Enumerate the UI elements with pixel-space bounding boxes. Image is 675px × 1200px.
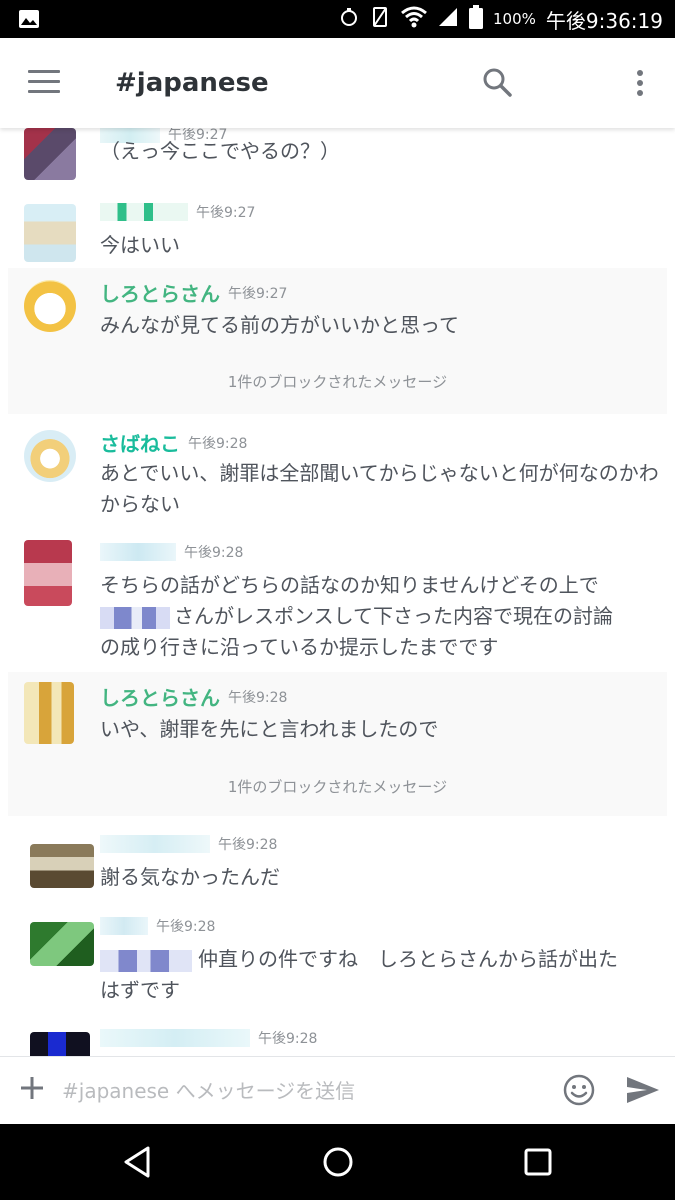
gallery-notification-icon: [18, 9, 40, 29]
username[interactable]: しろとらさん: [100, 682, 220, 711]
android-nav-bar: [0, 1124, 675, 1200]
timestamp: 午後9:27: [196, 205, 256, 221]
back-icon[interactable]: [120, 1144, 156, 1180]
mention-text: 仲直りの件ですね しろとらさんから話が出た: [198, 947, 618, 971]
username[interactable]: さばねこ: [100, 428, 180, 457]
message: 午後9:28 そちらの話がどちらの話なのか知りませんけどその上で さんがレスポン…: [0, 532, 675, 666]
message-text-line: はずです: [100, 978, 180, 1002]
battery-icon: [469, 5, 483, 33]
blocked-message-notice[interactable]: 1件のブロックされたメッセージ: [8, 758, 667, 816]
message: さばねこ 午後9:28 あとでいい、謝罪は全部聞いてからじゃないと何が何なのかわ…: [0, 418, 675, 526]
wifi-icon: [401, 6, 427, 32]
message-text-line: の成り行きに沿っているか提示したまでです: [100, 635, 499, 659]
message-text: 仲直りの件ですね しろとらさんから話が出た はずです: [100, 944, 660, 1006]
channel-title: #japanese: [115, 68, 269, 98]
hamburger-icon[interactable]: [28, 70, 60, 94]
user-avatar[interactable]: [24, 204, 76, 262]
username[interactable]: [100, 203, 188, 221]
message: 午後9:27 今はいい: [0, 198, 675, 268]
plus-icon[interactable]: [20, 1076, 44, 1100]
user-avatar[interactable]: [24, 430, 76, 482]
home-icon[interactable]: [320, 1144, 356, 1180]
message-text: 謝る気なかったんだ: [100, 865, 280, 889]
message-text: あとでいい、謝罪は全部聞いてからじゃないと何が何なのかわからない: [100, 461, 659, 516]
message-text-line: 仲直りの件ですね しろとらさんから話が出た: [100, 944, 660, 975]
timestamp: 午後9:28: [184, 545, 244, 561]
timestamp: 午後9:28: [188, 435, 248, 452]
message-text: みんなが見てる前の方がいいかと思って: [100, 313, 459, 337]
message: しろとらさん 午後9:28 いや、謝罪を先にと言われましたので: [8, 672, 667, 758]
channel-header: #japanese: [0, 38, 675, 128]
status-bar: 100% 午後9:36:19: [0, 0, 675, 38]
timestamp: 午後9:28: [156, 919, 216, 935]
battery-percent: 100%: [493, 10, 536, 28]
message-composer: [0, 1056, 675, 1124]
message-text: （えっ今ここでやるの？）: [100, 139, 340, 163]
user-avatar[interactable]: [30, 844, 94, 888]
username[interactable]: [100, 917, 148, 935]
recents-icon[interactable]: [520, 1144, 556, 1180]
message-text-line: そちらの話がどちらの話なのか知りませんけどその上で: [100, 573, 599, 597]
mention-pill[interactable]: [100, 606, 170, 629]
message: しろとらさん 午後9:27 みんなが見てる前の方がいいかと思って: [8, 268, 667, 350]
user-avatar[interactable]: [30, 922, 94, 966]
vibrate-icon: [369, 6, 391, 32]
message-text: 今はいい: [100, 233, 180, 257]
user-avatar[interactable]: [24, 280, 76, 332]
user-avatar[interactable]: [24, 682, 74, 744]
status-icons: 100% 午後9:36:19: [339, 0, 663, 38]
username[interactable]: [100, 543, 176, 561]
message: 午後9:28 謝る気なかったんだ: [0, 828, 675, 900]
message-input[interactable]: [62, 1071, 542, 1111]
message-text: そちらの話がどちらの話なのか知りませんけどその上で さんがレスポンスして下さった…: [100, 570, 660, 663]
message: 午後9:28 仲直りの件ですね しろとらさんから話が出た はずです: [0, 908, 675, 1012]
blocked-message-notice[interactable]: 1件のブロックされたメッセージ: [8, 350, 667, 414]
alarm-icon: [339, 6, 359, 32]
message-text-line: さんがレスポンスして下さった内容で現在の討論: [100, 601, 660, 632]
username[interactable]: [100, 1029, 250, 1047]
signal-icon: [437, 6, 459, 32]
more-vertical-icon[interactable]: [628, 68, 652, 100]
search-icon[interactable]: [481, 66, 513, 98]
user-avatar[interactable]: [24, 128, 76, 180]
send-icon[interactable]: [625, 1075, 661, 1105]
clock: 午後9:36:19: [545, 8, 663, 33]
message-text: いや、謝罪を先にと言われましたので: [100, 717, 439, 741]
timestamp: 午後9:28: [228, 689, 288, 706]
timestamp: 午後9:28: [258, 1031, 318, 1047]
message: 午後9:27 （えっ今ここでやるの？）: [0, 128, 675, 188]
mention-pill[interactable]: [100, 949, 192, 972]
emoji-icon[interactable]: [563, 1074, 595, 1106]
user-avatar[interactable]: [24, 540, 72, 606]
username[interactable]: しろとらさん: [100, 278, 220, 307]
user-avatar[interactable]: [30, 1032, 90, 1056]
timestamp: 午後9:27: [228, 285, 288, 302]
mention-text: さんがレスポンスして下さった内容で現在の討論: [174, 604, 613, 628]
timestamp: 午後9:28: [218, 837, 278, 853]
message-list[interactable]: 午後9:27 （えっ今ここでやるの？） 午後9:27 今はいい しろとらさん 午…: [0, 128, 675, 1056]
username[interactable]: [100, 835, 210, 853]
message: 午後9:28: [0, 1020, 675, 1056]
